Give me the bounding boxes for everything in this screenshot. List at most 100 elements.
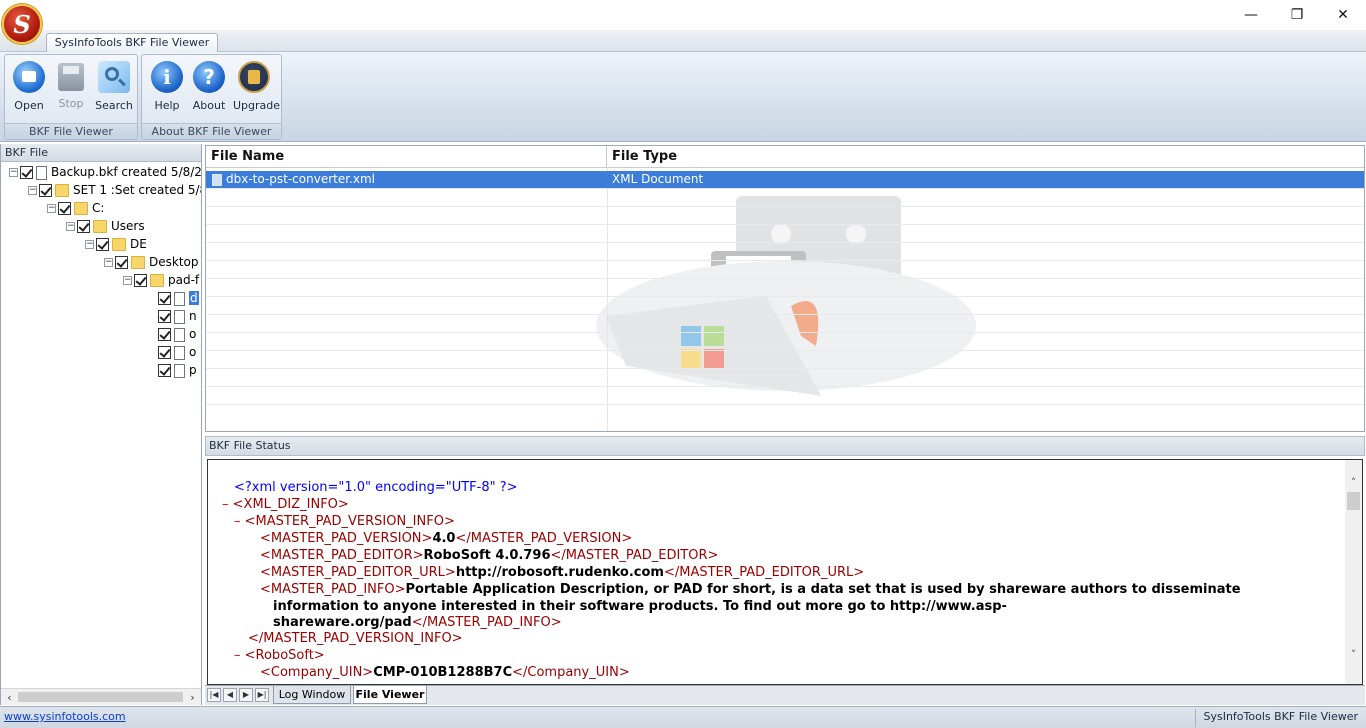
- tree-node-desktop[interactable]: − Desktop: [104, 253, 199, 271]
- tree-node-de[interactable]: − DE: [85, 235, 147, 253]
- collapse-icon[interactable]: −: [104, 258, 113, 267]
- xml-viewer[interactable]: <?xml version="1.0" encoding="UTF-8" ?> …: [207, 459, 1363, 685]
- empty-row: [206, 279, 1364, 297]
- folder-icon: [93, 220, 107, 233]
- scrollbar-thumb[interactable]: [18, 692, 183, 702]
- file-tree[interactable]: − Backup.bkf created 5/8/201 − SET 1 :Set …: [1, 162, 201, 682]
- website-link[interactable]: www.sysinfotools.com: [4, 710, 126, 723]
- open-button[interactable]: Open: [8, 59, 50, 113]
- title-bar: S — ❐ ✕: [0, 0, 1366, 44]
- tree-node-file[interactable]: p: [158, 361, 197, 379]
- file-icon: [174, 291, 185, 306]
- checkbox[interactable]: [134, 274, 147, 287]
- collapse-icon[interactable]: −: [66, 222, 75, 231]
- tree-node-label: d: [189, 291, 199, 305]
- xml-line: information to anyone interested in thei…: [273, 599, 1007, 614]
- tree-node-label: Users: [111, 219, 145, 233]
- xml-vertical-scrollbar[interactable]: ˄ ˅: [1345, 460, 1362, 684]
- scroll-down-icon[interactable]: ˅: [1345, 646, 1362, 663]
- open-label: Open: [14, 99, 44, 112]
- file-icon: [36, 165, 47, 180]
- folder-icon: [55, 184, 69, 197]
- checkbox[interactable]: [158, 364, 171, 377]
- group-label-about: About BKF File Viewer: [142, 123, 281, 139]
- tree-horizontal-scrollbar[interactable]: ‹ ›: [1, 688, 201, 705]
- scroll-up-icon[interactable]: ˄: [1345, 474, 1362, 491]
- stop-label: Stop: [58, 97, 84, 110]
- file-icon: [174, 363, 185, 378]
- last-tab-icon[interactable]: ▶|: [255, 688, 269, 702]
- checkbox[interactable]: [39, 184, 52, 197]
- xml-line: – <XML_DIZ_INFO>: [222, 497, 349, 512]
- empty-row: [206, 189, 1364, 207]
- tree-node-file[interactable]: o: [158, 325, 196, 343]
- about-button[interactable]: ? About: [188, 59, 230, 113]
- upgrade-button[interactable]: Upgrade: [233, 59, 280, 113]
- tree-node-file[interactable]: d: [158, 289, 199, 307]
- tree-node-set1[interactable]: − SET 1 :Set created 5/8/2: [28, 181, 201, 199]
- search-button[interactable]: Search: [93, 59, 135, 113]
- folder-icon: [112, 238, 126, 251]
- scrollbar-thumb[interactable]: [1347, 492, 1360, 510]
- maximize-button[interactable]: ❐: [1274, 0, 1320, 30]
- xml-line: </MASTER_PAD_VERSION_INFO>: [248, 631, 463, 646]
- collapse-icon[interactable]: −: [123, 276, 132, 285]
- collapse-icon[interactable]: −: [28, 186, 37, 195]
- bottom-tab-strip: |◀ ◀ ▶ ▶| Log Window File Viewer: [205, 685, 1365, 705]
- empty-row: [206, 243, 1364, 261]
- file-list-panel: File Name File Type dbx-to-pst-converter…: [205, 145, 1365, 432]
- collapse-toggle[interactable]: –: [234, 648, 241, 663]
- next-tab-icon[interactable]: ▶: [239, 688, 253, 702]
- empty-row: [206, 315, 1364, 333]
- checkbox[interactable]: [115, 256, 128, 269]
- column-file-type[interactable]: File Type: [607, 146, 1364, 168]
- search-label: Search: [95, 99, 133, 112]
- collapse-icon[interactable]: −: [47, 204, 56, 213]
- file-icon: [174, 345, 185, 360]
- empty-row: [206, 225, 1364, 243]
- ribbon: Open Stop Search BKF File Viewer i Help …: [0, 52, 1366, 142]
- collapse-toggle[interactable]: –: [234, 514, 241, 529]
- checkbox[interactable]: [158, 310, 171, 323]
- tree-node-label: Backup.bkf created 5/8/201: [51, 165, 201, 179]
- xml-line: <?xml version="1.0" encoding="UTF-8" ?>: [234, 480, 518, 495]
- tab-bkf-file-viewer[interactable]: SysInfoTools BKF File Viewer: [46, 33, 218, 53]
- checkbox[interactable]: [20, 166, 33, 179]
- column-file-name[interactable]: File Name: [206, 146, 607, 168]
- folder-icon: [150, 274, 164, 287]
- file-list-header: File Name File Type: [206, 146, 1364, 168]
- first-tab-icon[interactable]: |◀: [207, 688, 221, 702]
- tree-node-pad[interactable]: − pad-f: [123, 271, 199, 289]
- checkbox[interactable]: [58, 202, 71, 215]
- tree-node-backup[interactable]: − Backup.bkf created 5/8/201: [9, 163, 201, 181]
- checkbox[interactable]: [77, 220, 90, 233]
- group-about: i Help ? About Upgrade About BKF File Vi…: [141, 54, 282, 140]
- tree-node-users[interactable]: − Users: [66, 217, 145, 235]
- collapse-icon[interactable]: −: [85, 240, 94, 249]
- collapse-toggle[interactable]: –: [222, 497, 229, 512]
- xml-line: – <MASTER_PAD_VERSION_INFO>: [234, 514, 455, 529]
- tree-node-c-drive[interactable]: − C:: [47, 199, 104, 217]
- xml-line: shareware.org/pad</MASTER_PAD_INFO>: [273, 615, 562, 630]
- tree-node-file[interactable]: n: [158, 307, 197, 325]
- scroll-right-icon[interactable]: ›: [184, 689, 201, 706]
- checkbox[interactable]: [158, 346, 171, 359]
- checkbox[interactable]: [158, 328, 171, 341]
- about-label: About: [192, 99, 226, 112]
- close-button[interactable]: ✕: [1320, 0, 1366, 30]
- app-logo-icon[interactable]: S: [2, 4, 42, 44]
- checkbox[interactable]: [96, 238, 109, 251]
- tab-file-viewer[interactable]: File Viewer: [353, 686, 427, 704]
- tab-log-window[interactable]: Log Window: [273, 686, 351, 704]
- empty-row: [206, 333, 1364, 351]
- help-button[interactable]: i Help: [146, 59, 188, 113]
- collapse-icon[interactable]: −: [9, 168, 18, 177]
- minimize-button[interactable]: —: [1228, 0, 1274, 30]
- scroll-left-icon[interactable]: ‹: [1, 689, 18, 706]
- prev-tab-icon[interactable]: ◀: [223, 688, 237, 702]
- checkbox[interactable]: [158, 292, 171, 305]
- ribbon-tab-strip: SysInfoTools BKF File Viewer: [0, 30, 1366, 53]
- stop-button[interactable]: Stop: [50, 59, 92, 113]
- file-list-row[interactable]: dbx-to-pst-converter.xml XML Document: [206, 171, 1364, 189]
- tree-node-file[interactable]: o: [158, 343, 196, 361]
